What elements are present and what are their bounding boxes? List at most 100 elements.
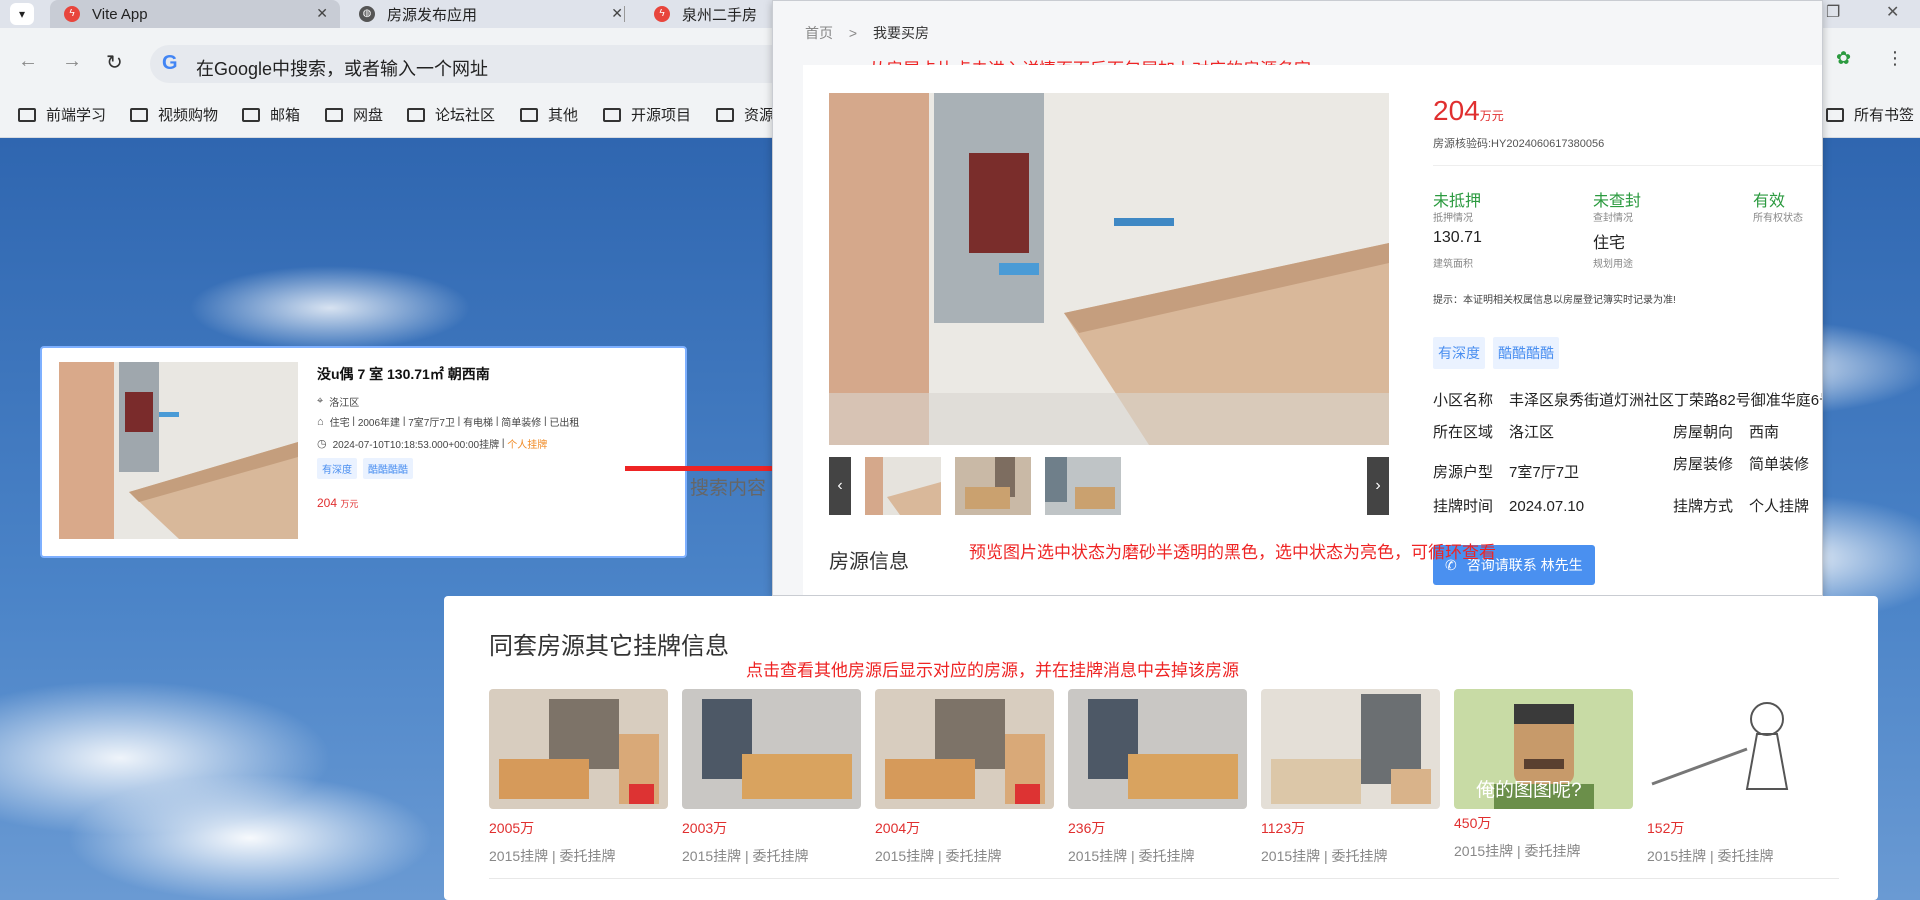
ownership-tip: 提示：本证明相关权属信息以房屋登记簿实时记录为准! [1433, 295, 1676, 306]
bookmark-folder[interactable]: 网盘 [325, 104, 383, 125]
bookmark-label: 前端学习 [46, 107, 107, 124]
similar-listing-meta: 2015挂牌 | 委托挂牌 [682, 848, 809, 864]
feature: 7室7厅7卫 [408, 418, 455, 429]
close-icon[interactable]: ✕ [611, 5, 623, 22]
breadcrumb-current[interactable]: 我要买房 [873, 25, 929, 41]
bookmark-folder[interactable]: 其他 [520, 104, 578, 125]
prev-image-button[interactable]: ‹ [829, 457, 851, 515]
detail-price: 204万元 [1433, 95, 1504, 127]
close-icon[interactable]: ✕ [316, 5, 328, 22]
folder-icon [1826, 107, 1844, 122]
house-card-image [59, 362, 298, 539]
bookmark-folder[interactable]: 前端学习 [18, 104, 106, 125]
tab-search-menu-icon[interactable]: ▾ [10, 3, 34, 25]
similar-listing-price: 2004万 [875, 820, 921, 836]
similar-listing-meta: 2015挂牌 | 委托挂牌 [1647, 848, 1774, 864]
next-image-button[interactable]: › [1367, 457, 1389, 515]
similar-listing-meta: 2015挂牌 | 委托挂牌 [1454, 843, 1581, 859]
kv-value: 2024.07.10 [1509, 498, 1585, 515]
tab-publish-app[interactable]: ◍ 房源发布应用 ✕ [345, 0, 635, 28]
feature: 简单装修 [501, 418, 542, 429]
similar-listing-item[interactable]: 2005万 2015挂牌 | 委托挂牌 [489, 689, 668, 866]
globe-icon: ◍ [359, 6, 375, 22]
bookmark-label: 视频购物 [158, 107, 219, 124]
folder-icon [325, 107, 343, 122]
price-value: 204 [1433, 95, 1480, 126]
bookmark-folder[interactable]: 论坛社区 [407, 104, 495, 125]
annotation-similar: 点击查看其他房源后显示对应的房源，并在挂牌消息中去掉该房源 [746, 661, 1239, 680]
kv-value: 西南 [1749, 424, 1780, 441]
kv-key: 挂牌时间 [1433, 498, 1494, 515]
tab-quanzhou-house[interactable]: ϟ 泉州二手房 [640, 0, 780, 28]
tab-vite-app[interactable]: ϟ Vite App ✕ [50, 0, 340, 28]
house-card[interactable]: 没u偶 7 室 130.71㎡ 朝西南 ⌖ 洛江区 ⌂ 住宅 | 2006年建 … [40, 346, 687, 558]
tab-divider [624, 6, 625, 22]
annotation-preview: 预览图片选中状态为磨砂半透明的黑色，选中状态为亮色，可循环查看 [969, 543, 1496, 562]
menu-icon[interactable]: ⋮ [1886, 48, 1904, 69]
feature: 有电梯 [463, 418, 494, 429]
tag: 酷酷酷酷 [363, 458, 413, 479]
bookmark-label: 开源项目 [631, 107, 692, 124]
bookmark-label: 网盘 [353, 107, 384, 124]
detail-tag: 有深度 [1433, 337, 1485, 369]
thumbnail[interactable] [955, 457, 1031, 515]
kv-value: 丰泽区泉秀街道灯洲社区丁荣路82号御准华庭6号楼 [1509, 392, 1823, 409]
bookmark-folder[interactable]: 视频购物 [130, 104, 218, 125]
similar-listing-item[interactable]: 152万 2015挂牌 | 委托挂牌 [1647, 689, 1826, 866]
clock-icon: ◷ [317, 438, 327, 450]
similar-listing-price: 1123万 [1261, 820, 1306, 836]
tab-title: 泉州二手房 [682, 6, 758, 24]
breadcrumb-home[interactable]: 首页 [805, 25, 833, 41]
similar-listing-image-wrap: 俺的图图呢? [1454, 689, 1633, 809]
house-card-time: ◷ 2024-07-10T10:18:53.000+00:00挂牌 | 个人挂牌 [317, 438, 548, 451]
thumbnail-selected[interactable] [865, 457, 941, 515]
bookmark-folder[interactable]: 资源 [716, 104, 774, 125]
kv-key: 房屋朝向 [1673, 424, 1734, 441]
similar-listing-meta: 2015挂牌 | 委托挂牌 [1261, 848, 1388, 864]
kv-value: 简单装修 [1749, 456, 1810, 473]
kv-key: 所在区域 [1433, 424, 1494, 441]
similar-listing-image [1261, 689, 1440, 809]
similar-listing-item[interactable]: 俺的图图呢? 450万 2015挂牌 | 委托挂牌 [1454, 689, 1633, 861]
orientation-row: 房屋朝向 西南 [1673, 421, 1779, 442]
mortgage-status: 未抵押 [1433, 193, 1482, 210]
forward-icon[interactable]: → [62, 50, 82, 73]
feature: 2006年建 [357, 418, 401, 429]
thumbnail[interactable] [1045, 457, 1121, 515]
similar-listing-price: 2005万 [489, 820, 535, 836]
location-icon: ⌖ [317, 395, 324, 407]
similar-listing-item[interactable]: 1123万 2015挂牌 | 委托挂牌 [1261, 689, 1440, 866]
bookmark-folder[interactable]: 开源项目 [603, 104, 691, 125]
similar-listing-meta: 2015挂牌 | 委托挂牌 [489, 848, 616, 864]
similar-listing-item[interactable]: 236万 2015挂牌 | 委托挂牌 [1068, 689, 1247, 866]
back-icon[interactable]: ← [18, 50, 38, 73]
feature: 已出租 [549, 418, 580, 429]
listing-way-row: 挂牌方式 个人挂牌 [1673, 495, 1809, 516]
price-unit: 万元 [1479, 109, 1504, 123]
area-label: 建筑面积 [1433, 259, 1473, 270]
layout-row: 房源户型 7室7厅7卫 [1433, 461, 1579, 482]
restore-window-icon[interactable]: ❐ [1826, 2, 1840, 22]
listing-type: 个人挂牌 [507, 440, 548, 451]
close-window-icon[interactable]: ✕ [1886, 2, 1899, 22]
similar-listing-item[interactable]: 2004万 2015挂牌 | 委托挂牌 [875, 689, 1054, 866]
reload-icon[interactable]: ↻ [106, 50, 123, 75]
all-bookmarks[interactable]: 所有书签 [1826, 104, 1914, 125]
decoration-row: 房屋装修 简单装修 [1673, 453, 1809, 474]
search-placeholder: 搜索内容 [690, 478, 767, 499]
folder-icon [407, 107, 425, 122]
vite-icon: ϟ [64, 6, 80, 22]
folder-icon [242, 107, 260, 122]
extension-icon[interactable]: ✿ [1836, 48, 1851, 69]
kv-value: 个人挂牌 [1749, 498, 1810, 515]
community-row: 小区名称 丰泽区泉秀街道灯洲社区丁荣路82号御准华庭6号楼 [1433, 389, 1823, 410]
similar-listing-item[interactable]: 2003万 2015挂牌 | 委托挂牌 [682, 689, 861, 866]
house-card-features: ⌂ 住宅 | 2006年建 | 7室7厅7卫 | 有电梯 | 简单装修 | 已出… [317, 415, 580, 430]
similar-listing-meta: 2015挂牌 | 委托挂牌 [875, 848, 1002, 864]
house-info-title: 房源信息 [829, 551, 909, 573]
similar-listings-panel: 同套房源其它挂牌信息 点击查看其他房源后显示对应的房源，并在挂牌消息中去掉该房源… [444, 596, 1878, 900]
bookmark-label: 资源 [744, 107, 775, 124]
bookmark-folder[interactable]: 邮箱 [242, 104, 300, 125]
similar-listing-image [875, 689, 1054, 809]
similar-listing-image [682, 689, 861, 809]
